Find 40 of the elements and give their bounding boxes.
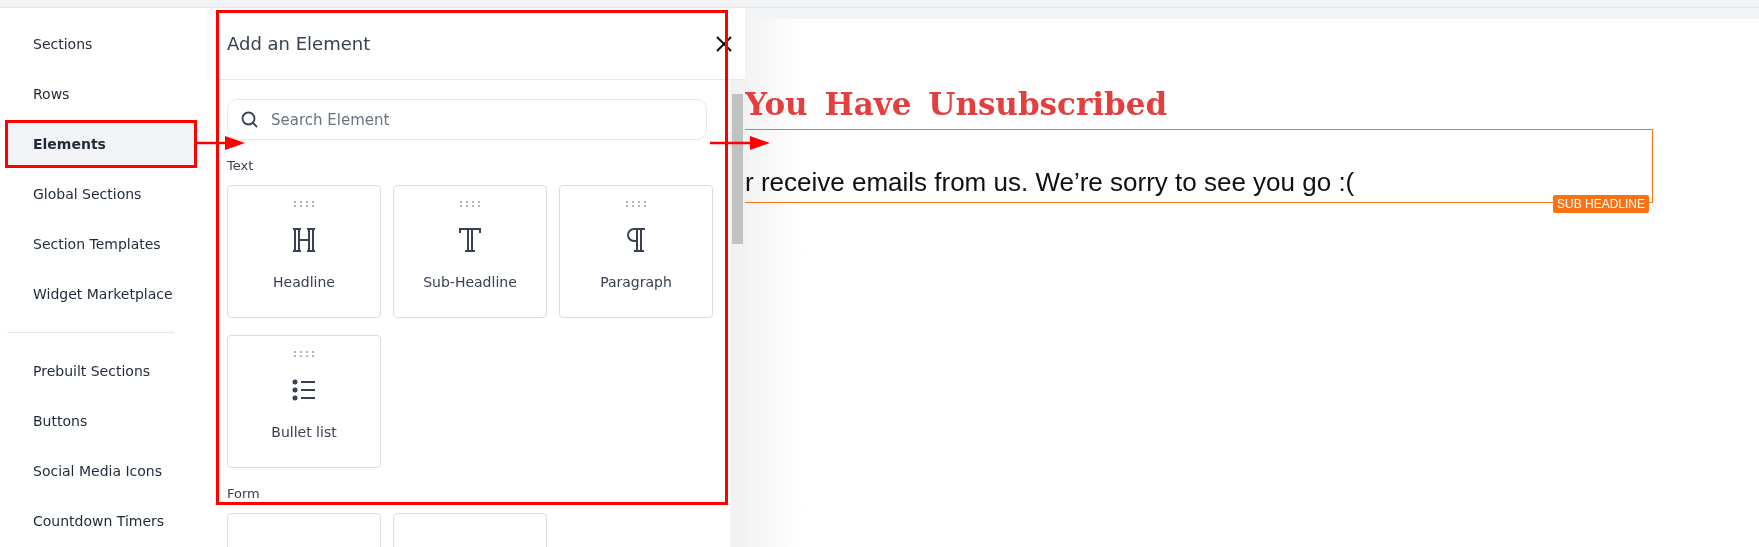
headline-icon	[292, 227, 316, 253]
element-card[interactable]: Paragraph	[559, 185, 713, 318]
sidebar-item[interactable]: Prebuilt Sections	[7, 349, 195, 393]
sidebar-item[interactable]: Sections	[7, 22, 195, 66]
drag-handle-icon[interactable]	[459, 200, 481, 208]
sidebar-item[interactable]: Widget Marketplace	[7, 272, 195, 316]
sidebar-item[interactable]: Rows	[7, 72, 195, 116]
close-button[interactable]	[715, 34, 733, 53]
sidebar-item[interactable]: Social Media Icons	[7, 449, 195, 493]
subheadline-text: r receive emails from us. We’re sorry to see you go :(	[745, 167, 1355, 198]
element-label: Bullet list	[271, 424, 337, 440]
sidebar-item[interactable]: Buttons	[7, 399, 195, 443]
category-heading: Form	[227, 486, 261, 501]
paragraph-icon	[625, 227, 647, 253]
headline: You Have Unsubscribed	[745, 86, 1169, 122]
element-badge: SUB HEADLINE	[1552, 195, 1649, 213]
sidebar-item[interactable]: Global Sections	[7, 172, 195, 216]
element-card[interactable]	[393, 513, 547, 547]
bullet-list-icon	[292, 379, 316, 401]
text-icon	[458, 227, 482, 253]
search-field[interactable]: Search Element	[227, 99, 707, 140]
element-label: Paragraph	[600, 274, 672, 290]
category-heading: Text	[227, 158, 255, 173]
element-card[interactable]: Bullet list	[227, 335, 381, 468]
scrollbar[interactable]	[730, 80, 745, 547]
annotation-arrow	[710, 135, 770, 151]
element-card[interactable]: Headline	[227, 185, 381, 318]
annotation-arrow	[195, 135, 245, 151]
search-icon	[241, 111, 258, 128]
drag-handle-icon[interactable]	[293, 200, 315, 208]
element-card[interactable]	[227, 513, 381, 547]
sidebar-item[interactable]: Countdown Timers	[7, 499, 195, 543]
element-label: Sub-Headline	[423, 274, 517, 290]
element-card[interactable]: Sub-Headline	[393, 185, 547, 318]
sidebar-item[interactable]: Section Templates	[7, 222, 195, 266]
drag-handle-icon[interactable]	[293, 350, 315, 358]
panel-title: Add an Element	[227, 33, 371, 54]
element-label: Headline	[273, 274, 335, 290]
sidebar-item[interactable]: Elements	[7, 122, 195, 166]
drag-handle-icon[interactable]	[625, 200, 647, 208]
